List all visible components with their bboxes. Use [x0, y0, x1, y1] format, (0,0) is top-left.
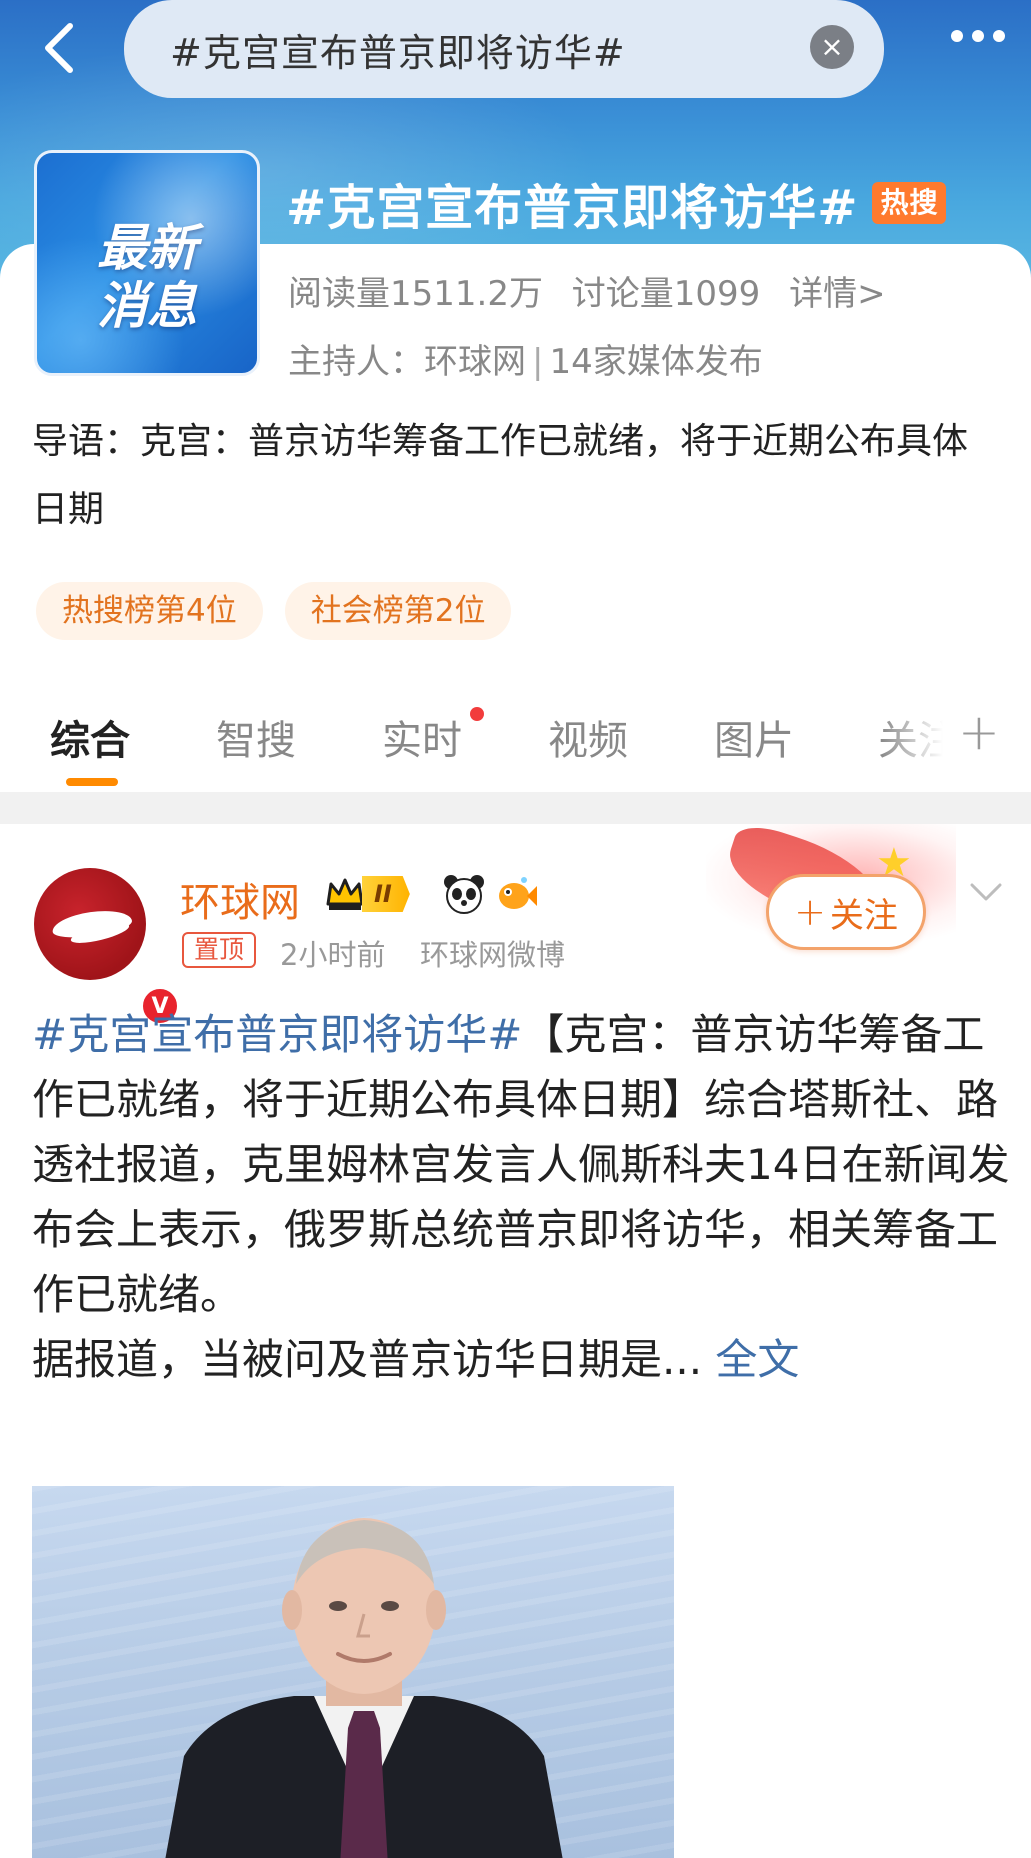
topic-thumbnail: 最新 消息 [34, 150, 260, 376]
post-text: #克宫宣布普京即将访华#【克宫：普京访华筹备工作已就绪，将于近期公布具体日期】综… [32, 1002, 1012, 1392]
fish-icon[interactable] [494, 872, 538, 916]
plus-icon: + [794, 890, 826, 934]
thumbnail-line-1: 最新 [97, 219, 197, 277]
tab-comprehensive[interactable]: 综合 [50, 708, 130, 766]
search-query-text: #克宫宣布普京即将访华# [170, 30, 626, 75]
add-tab-plus-icon[interactable]: + [958, 702, 1000, 762]
level-number: II [362, 876, 410, 912]
back-button[interactable] [30, 12, 90, 82]
pinned-tag: 置顶 [182, 932, 257, 968]
active-tab-indicator [66, 778, 118, 786]
follow-label: 关注 [829, 895, 898, 936]
author-name[interactable]: 环球网 [180, 870, 300, 928]
panda-icon[interactable] [442, 872, 486, 916]
post-image[interactable] [32, 1486, 674, 1858]
read-full-link[interactable]: 全文 [715, 1335, 799, 1384]
close-circle-icon[interactable]: × [810, 25, 854, 69]
rank-tag-society[interactable]: 社会榜第2位 [284, 582, 512, 640]
chevron-left-icon [45, 23, 73, 73]
tab-video[interactable]: 视频 [548, 708, 628, 766]
follow-button[interactable]: + 关注 [766, 874, 926, 950]
topic-title: #克宫宣布普京即将访华# 热搜 [286, 168, 947, 238]
tab-bar: 综合 智搜 实时 视频 图片 关注 + [0, 700, 1031, 790]
crown-icon [326, 878, 364, 910]
topic-stats: 阅读量1511.2万 讨论量1099 详情> [288, 266, 904, 315]
topic-lead: 导语：克宫：普京访华筹备工作已就绪，将于近期公布具体日期 [32, 421, 969, 530]
person-photo [165, 1518, 563, 1858]
discussion-count: 讨论量1099 [571, 274, 761, 314]
post-time: 2小时前 [280, 938, 386, 972]
post-source: 环球网微博 [420, 938, 566, 972]
post-hashtag[interactable]: #克宫宣布普京即将访华# [32, 1010, 522, 1059]
topic-title-text: #克宫宣布普京即将访华# [286, 180, 859, 236]
search-input[interactable]: #克宫宣布普京即将访华# × [124, 0, 884, 98]
media-count[interactable]: 14家媒体发布 [549, 342, 762, 382]
hot-badge: 热搜 [872, 182, 947, 224]
topic-host: 主持人：环球网 | 14家媒体发布 [288, 342, 763, 382]
section-divider [0, 792, 1031, 824]
member-level-badge[interactable]: II [324, 874, 410, 914]
chevron-down-icon[interactable] [966, 872, 1006, 912]
avatar[interactable]: V [34, 868, 180, 1026]
post-body-text-2: 据报道，当被问及普京访华日期是... [32, 1335, 703, 1384]
thumbnail-line-2: 消息 [97, 277, 197, 335]
host-label[interactable]: 主持人：环球网 [288, 342, 526, 382]
rank-tag-hotsearch[interactable]: 热搜榜第4位 [36, 582, 263, 640]
more-dots-icon[interactable] [951, 30, 1005, 42]
tab-realtime[interactable]: 实时 [382, 708, 462, 766]
read-count: 阅读量1511.2万 [288, 274, 543, 314]
new-dot [470, 707, 484, 721]
details-link[interactable]: 详情> [789, 274, 886, 314]
tab-pictures[interactable]: 图片 [714, 708, 794, 766]
tab-smart-search[interactable]: 智搜 [216, 708, 296, 766]
post-card: ★ V 环球网 II 置顶 2小时前 环球网微博 + 关注 #克宫宣布普京即将访… [0, 818, 1031, 1858]
rank-tags: 热搜榜第4位 社会榜第2位 [36, 582, 512, 640]
